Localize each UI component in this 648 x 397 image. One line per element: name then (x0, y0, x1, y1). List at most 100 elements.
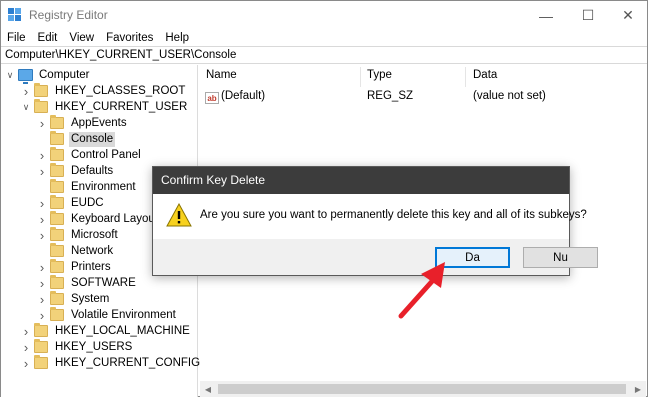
tree-item-keyboard-layout[interactable]: › Keyboard Layout (37, 211, 160, 227)
column-separator[interactable] (360, 67, 361, 87)
expand-chevron-icon[interactable]: › (21, 83, 31, 99)
collapse-chevron-icon[interactable]: ∨ (5, 67, 15, 83)
no-toggle-spacer (37, 131, 47, 147)
folder-icon (50, 195, 64, 209)
no-button[interactable]: Nu (523, 247, 598, 268)
column-header-name[interactable]: Name (206, 69, 237, 81)
title-bar: Registry Editor — ☐ ✕ (1, 1, 647, 30)
tree-item-hkey-current-user[interactable]: ∨ HKEY_CURRENT_USER (21, 99, 189, 115)
folder-icon (50, 259, 64, 273)
registry-editor-icon (8, 8, 21, 21)
no-toggle-spacer (37, 243, 47, 259)
tree-item-label: HKEY_CURRENT_CONFIG (55, 356, 201, 369)
close-button[interactable]: ✕ (605, 1, 648, 30)
tree-item-defaults[interactable]: › Defaults (37, 163, 115, 179)
collapse-chevron-icon[interactable]: ∨ (21, 99, 31, 115)
value-type: REG_SZ (367, 90, 414, 102)
tree-item-label: Environment (71, 180, 136, 193)
folder-icon (50, 291, 64, 305)
tree-item-software[interactable]: › SOFTWARE (37, 275, 138, 291)
expand-chevron-icon[interactable]: › (37, 291, 47, 307)
tree-item-label: Keyboard Layout (71, 212, 158, 225)
tree-item-microsoft[interactable]: › Microsoft (37, 227, 120, 243)
expand-chevron-icon[interactable]: › (37, 307, 47, 323)
folder-icon (50, 147, 64, 161)
scroll-right-icon[interactable]: ▶ (630, 381, 646, 397)
scroll-left-icon[interactable]: ◀ (200, 381, 216, 397)
column-header-data[interactable]: Data (473, 69, 497, 81)
red-arrow-icon (398, 262, 445, 319)
expand-chevron-icon[interactable]: › (37, 195, 47, 211)
window-title: Registry Editor (29, 8, 108, 22)
folder-icon (50, 179, 64, 193)
column-separator[interactable] (465, 67, 466, 87)
folder-icon (34, 339, 48, 353)
tree-item-label: Defaults (71, 164, 114, 177)
expand-chevron-icon[interactable]: › (21, 339, 31, 355)
tree-item-hkey-local-machine[interactable]: › HKEY_LOCAL_MACHINE (21, 323, 192, 339)
tree-item-label: Control Panel (71, 148, 141, 161)
tree-item-volatile-environment[interactable]: › Volatile Environment (37, 307, 178, 323)
folder-icon (50, 115, 64, 129)
tree-item-label: Printers (71, 260, 111, 273)
expand-chevron-icon[interactable]: › (37, 275, 47, 291)
expand-chevron-icon[interactable]: › (37, 115, 47, 131)
minimize-button[interactable]: — (523, 1, 569, 30)
expand-chevron-icon[interactable]: › (21, 355, 31, 371)
scrollbar-thumb[interactable] (218, 384, 626, 394)
tree-item-label: HKEY_CLASSES_ROOT (55, 84, 186, 97)
value-data: (value not set) (473, 90, 546, 102)
confirm-key-delete-dialog: Confirm Key Delete Are you sure you want… (152, 166, 598, 276)
tree-item-hkey-classes-root[interactable]: › HKEY_CLASSES_ROOT (21, 83, 187, 99)
tree-item-control-panel[interactable]: › Control Panel (37, 147, 143, 163)
expand-chevron-icon[interactable]: › (37, 259, 47, 275)
folder-icon (34, 99, 48, 113)
dialog-body: Are you sure you want to permanently del… (153, 194, 587, 239)
tree-item-eudc[interactable]: › EUDC (37, 195, 106, 211)
tree-item-label: System (71, 292, 110, 305)
value-name-cell: ab (Default) (205, 90, 265, 104)
tree-item-console[interactable]: Console (37, 131, 116, 147)
tree-item-environment[interactable]: Environment (37, 179, 138, 195)
expand-chevron-icon[interactable]: › (21, 323, 31, 339)
tree-item-label: SOFTWARE (71, 276, 136, 289)
folder-icon (34, 355, 48, 369)
string-value-icon: ab (205, 92, 219, 104)
tree-item-computer[interactable]: ∨ Computer (5, 67, 92, 84)
warning-icon (166, 203, 192, 227)
tree-item-label: EUDC (71, 196, 104, 209)
address-bar[interactable]: Computer\HKEY_CURRENT_USER\Console (1, 46, 647, 64)
tree-item-appevents[interactable]: › AppEvents (37, 115, 129, 131)
folder-icon (50, 307, 64, 321)
column-header-type[interactable]: Type (367, 69, 392, 81)
tree-item-label: HKEY_LOCAL_MACHINE (55, 324, 190, 337)
tree-item-label: Microsoft (71, 228, 118, 241)
dialog-footer: Da Nu (153, 239, 598, 275)
tree-item-printers[interactable]: › Printers (37, 259, 113, 275)
expand-chevron-icon[interactable]: › (37, 163, 47, 179)
dialog-message: Are you sure you want to permanently del… (200, 209, 587, 221)
dialog-title: Confirm Key Delete (153, 167, 569, 194)
tree-item-label: HKEY_CURRENT_USER (55, 100, 188, 113)
horizontal-scrollbar[interactable]: ◀ ▶ (200, 381, 646, 397)
computer-icon (18, 69, 33, 84)
tree-item-label: Console (69, 131, 116, 147)
tree-item-label: AppEvents (71, 116, 127, 129)
tree-item-label: Volatile Environment (71, 308, 176, 321)
no-toggle-spacer (37, 179, 47, 195)
tree-item-hkey-current-config[interactable]: › HKEY_CURRENT_CONFIG (21, 355, 202, 371)
tree-item-hkey-users[interactable]: › HKEY_USERS (21, 339, 134, 355)
folder-icon (34, 83, 48, 97)
tree-item-system[interactable]: › System (37, 291, 111, 307)
expand-chevron-icon[interactable]: › (37, 211, 47, 227)
tree-item-label: HKEY_USERS (55, 340, 133, 353)
tree-item-network[interactable]: Network (37, 243, 115, 259)
folder-icon (34, 323, 48, 337)
expand-chevron-icon[interactable]: › (37, 227, 47, 243)
value-name: (Default) (221, 90, 266, 102)
folder-icon (50, 227, 64, 241)
tree-item-label: Computer (39, 68, 90, 81)
folder-icon (50, 211, 64, 225)
folder-icon (50, 275, 64, 289)
expand-chevron-icon[interactable]: › (37, 147, 47, 163)
